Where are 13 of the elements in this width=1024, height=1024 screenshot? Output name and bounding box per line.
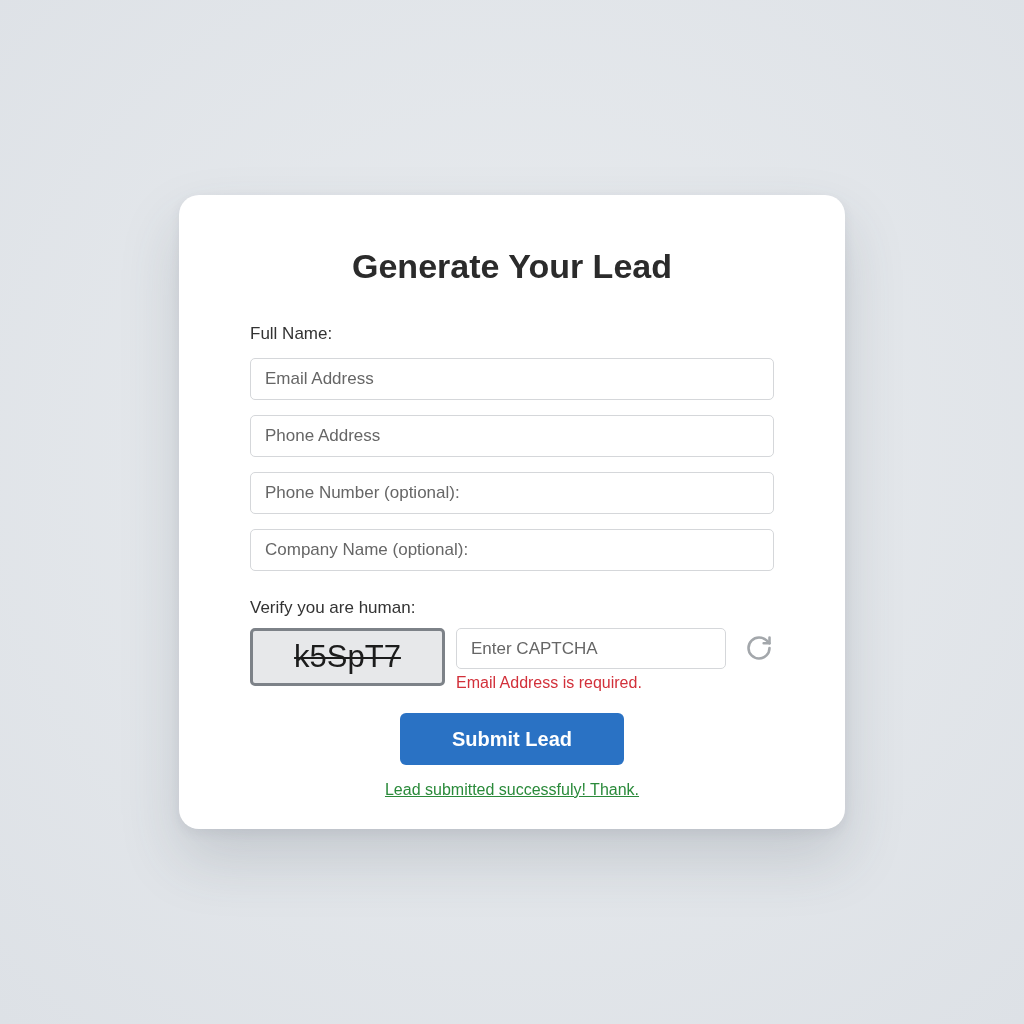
input-field[interactable]: Email Address — [250, 358, 774, 400]
success-message-link[interactable]: Lead submitted successfuly! Thank. — [384, 781, 640, 799]
input-field[interactable]: Company Name (optional): — [250, 529, 774, 571]
captcha-label: Verify you are human: — [250, 598, 416, 618]
input-field[interactable]: Phone Address — [250, 415, 774, 457]
form-title: Generate Your Lead — [352, 246, 672, 286]
input-field[interactable]: Phone Number (optional): — [250, 472, 774, 514]
captcha-image: k5SpT7 — [250, 628, 445, 686]
field-label: Full Name: — [250, 324, 333, 344]
submit-button[interactable]: Submit Lead — [400, 713, 624, 765]
refresh-icon[interactable] — [744, 633, 774, 663]
captcha-input-field[interactable]: Enter CAPTCHA — [456, 628, 727, 669]
error-message: Email Address is required. — [456, 674, 642, 692]
